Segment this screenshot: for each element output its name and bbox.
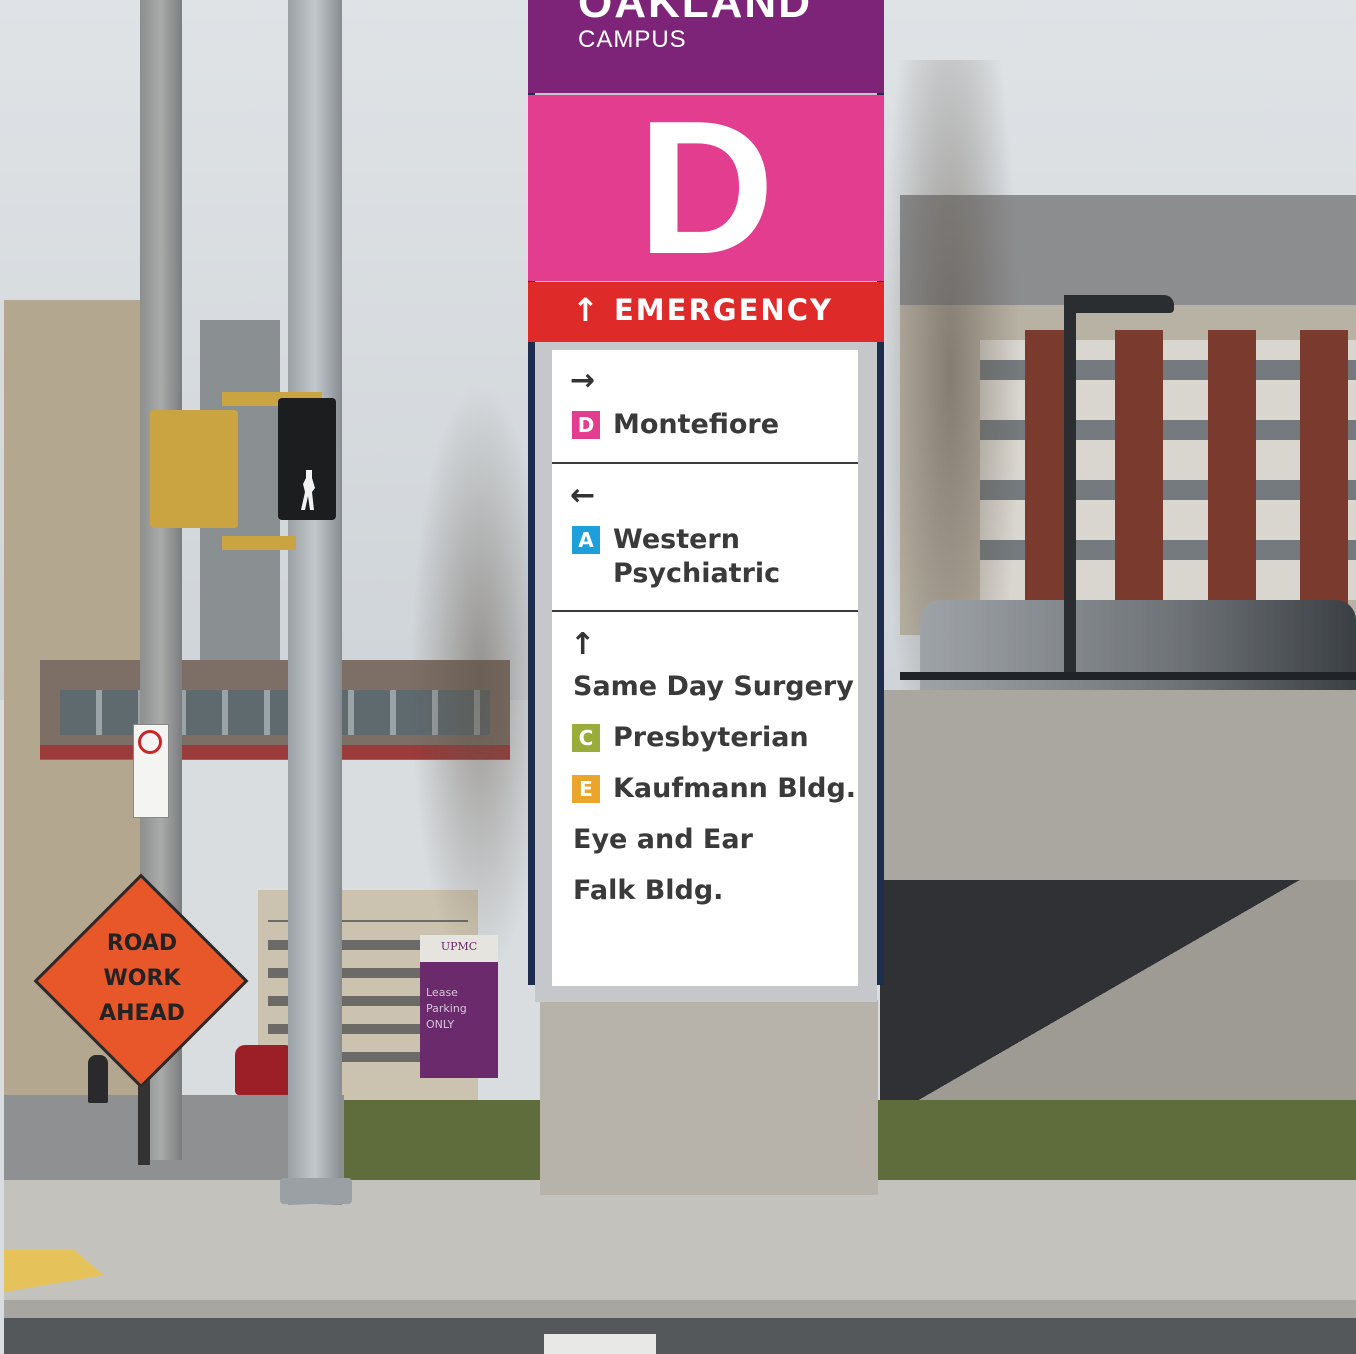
brick-column — [1208, 330, 1256, 610]
parked-cars — [920, 600, 1356, 700]
no-parking-icon — [138, 730, 162, 754]
streetlight-arm — [1064, 295, 1174, 313]
building-letter: D — [637, 82, 775, 294]
section-divider — [552, 610, 858, 612]
pedestrian — [88, 1055, 108, 1103]
destination-same-day-surgery: Same Day Surgery — [573, 671, 854, 702]
curb — [4, 1300, 1356, 1320]
sidewalk — [4, 1180, 1356, 1320]
street-scene: UPMC Lease Parking ONLY ROAD WORK AHEAD … — [0, 0, 1356, 1354]
road-work-line: WORK — [103, 966, 181, 991]
campus-label: CAMPUS — [578, 26, 687, 53]
brick-column — [1115, 330, 1163, 610]
road — [4, 1318, 1356, 1354]
parking-sign-line: Parking — [426, 1002, 467, 1015]
road-work-line: ROAD — [106, 931, 178, 956]
destination-western: Western — [613, 524, 740, 555]
streetlight-pole — [1064, 300, 1076, 680]
signal-pole-base — [280, 1178, 352, 1204]
parking-sign-text: Lease Parking ONLY — [426, 985, 496, 1033]
signal-bracket — [222, 536, 296, 550]
building-badge-e: E — [572, 775, 600, 803]
road-work-line: AHEAD — [99, 1001, 185, 1026]
pedestrian-signal — [278, 398, 336, 520]
up-arrow-icon: ↑ — [570, 627, 596, 662]
destination-psychiatric: Psychiatric — [613, 558, 781, 589]
building-badge-d: D — [572, 411, 600, 439]
parking-sign-line: Lease — [426, 986, 458, 999]
brick-column — [1300, 330, 1348, 610]
parking-sign-line: ONLY — [426, 1018, 455, 1031]
destination-falk: Falk Bldg. — [573, 875, 724, 906]
up-arrow-icon: ↑ — [572, 291, 599, 329]
garage-ramp — [880, 880, 1356, 1110]
signal-pole — [288, 0, 342, 1205]
crosswalk-stripe — [544, 1334, 656, 1354]
destination-eye-and-ear: Eye and Ear — [573, 824, 753, 855]
road-work-text: ROAD WORK AHEAD — [86, 926, 198, 1031]
railing — [900, 672, 1356, 680]
left-arrow-icon: ← — [570, 478, 596, 513]
building-badge-c: C — [572, 724, 600, 752]
emergency-label: EMERGENCY — [614, 293, 833, 327]
sign-concrete-base — [540, 1000, 878, 1195]
building-badge-a: A — [572, 526, 600, 554]
destination-montefiore: Montefiore — [613, 409, 780, 440]
destination-presbyterian: Presbyterian — [613, 722, 809, 753]
campus-name: OAKLAND — [578, 0, 812, 27]
red-car — [235, 1045, 295, 1095]
destination-kaufmann: Kaufmann Bldg. — [613, 773, 857, 804]
right-arrow-icon: → — [570, 363, 596, 398]
upmc-logo: UPMC — [440, 940, 478, 953]
traffic-signal — [150, 410, 238, 528]
section-divider — [552, 462, 858, 464]
